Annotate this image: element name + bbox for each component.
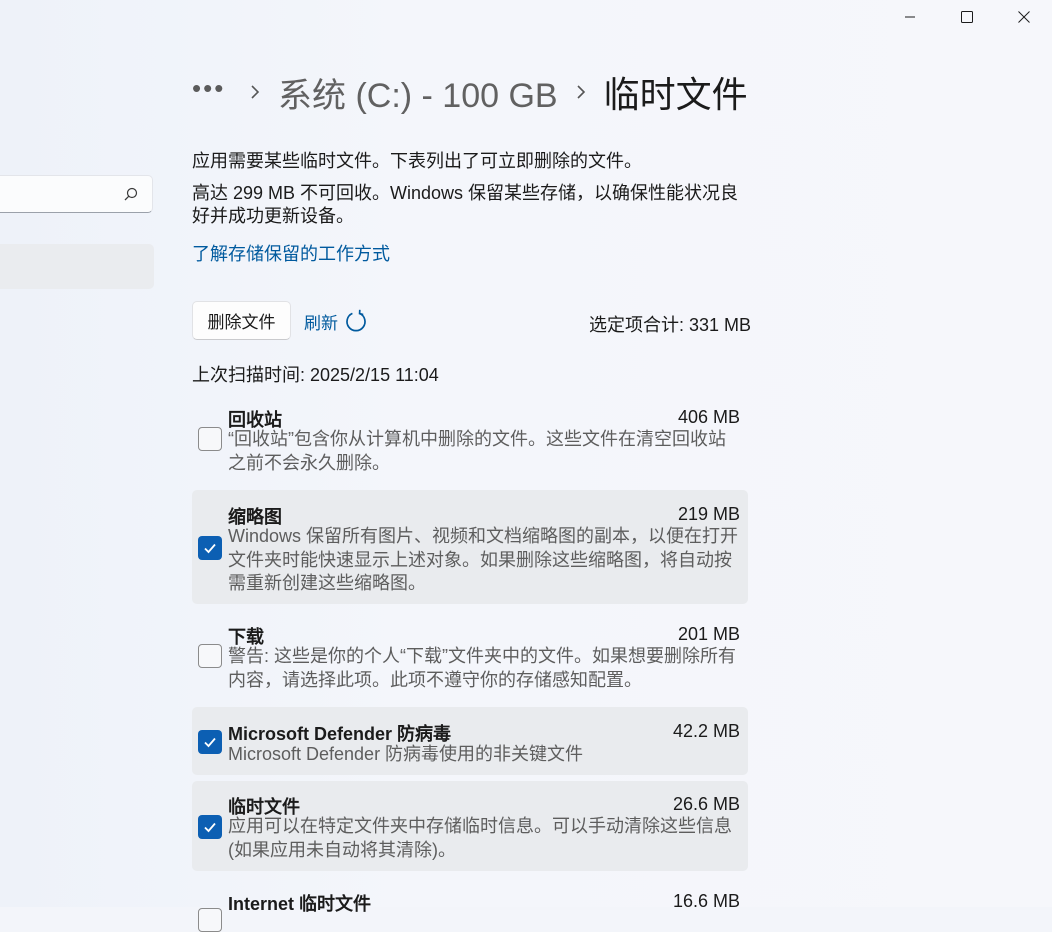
checkbox[interactable] [198,536,222,560]
list-item[interactable]: 临时文件 26.6 MB 应用可以在特定文件夹中存储临时信息。可以手动清除这些信… [192,781,748,871]
last-scan-time: 上次扫描时间: 2025/2/15 11:04 [192,365,439,385]
refresh-icon [346,309,366,332]
list-item[interactable]: 回收站 406 MB “回收站”包含你从计算机中删除的文件。这些文件在清空回收站… [192,400,748,484]
storage-reserve-text: 高达 299 MB 不可回收。Windows 保留某些存储，以确保性能状况良好并… [192,183,739,226]
item-description: 警告: 这些是你的个人“下载”文件夹中的文件。如果想要删除所有内容，请选择此项。… [228,646,736,690]
settings-search-input[interactable] [0,175,153,213]
item-size: 201 MB [677,624,740,644]
minimize-icon [904,16,915,18]
list-item[interactable]: 下载 201 MB 警告: 这些是你的个人“下载”文件夹中的文件。如果想要删除所… [192,610,748,700]
checkbox[interactable] [198,730,222,754]
item-size: 26.6 MB [672,794,740,814]
item-description: 应用可以在特定文件夹中存储临时信息。可以手动清除这些信息(如果应用未自动将其清除… [228,816,732,860]
checkbox[interactable] [198,427,222,451]
sidebar-item-selected[interactable] [0,244,154,289]
refresh-button[interactable]: 刷新 [304,307,368,335]
chevron-right-icon [576,84,586,100]
refresh-label: 刷新 [304,313,338,333]
checkmark-icon [204,737,216,748]
breadcrumb: ••• 系统 (C:) - 100 GB 临时文件 [192,66,748,118]
list-item[interactable]: Internet 临时文件 16.6 MB [192,878,748,932]
item-size: 42.2 MB [672,721,740,741]
checkmark-icon [204,543,216,554]
checkmark-icon [204,822,216,833]
breadcrumb-overflow-button[interactable]: ••• [192,73,232,104]
item-size: 406 MB [677,407,740,427]
item-description: Microsoft Defender 防病毒使用的非关键文件 [228,744,584,764]
close-icon [1017,11,1030,23]
maximize-button[interactable] [938,0,995,34]
list-item[interactable]: 缩略图 219 MB Windows 保留所有图片、视频和文档缩略图的副本，以便… [192,490,748,604]
storage-reserve-link[interactable]: 了解存储保留的工作方式 [192,240,390,266]
chevron-right-icon [250,84,260,100]
breadcrumb-parent-link[interactable]: 系统 (C:) - 100 GB [278,68,558,117]
minimize-button[interactable] [881,0,938,34]
window-controls [881,0,1052,34]
list-item[interactable]: Microsoft Defender 防病毒 42.2 MB Microsoft… [192,707,748,775]
description-text: 应用需要某些临时文件。下表列出了可立即删除的文件。 [192,151,642,171]
item-size: 219 MB [677,504,740,524]
maximize-icon [960,11,973,23]
item-description: Windows 保留所有图片、视频和文档缩略图的副本，以便在打开文件夹时能快速显… [228,526,739,593]
checkbox[interactable] [198,815,222,839]
page-title: 临时文件 [603,74,748,115]
item-title: Internet 临时文件 [228,894,372,914]
delete-files-button[interactable]: 删除文件 [192,301,291,340]
item-description: “回收站”包含你从计算机中删除的文件。这些文件在清空回收站之前不会永久删除。 [228,429,726,473]
selected-total: 选定项合计: 331 MB [588,315,751,335]
search-icon [124,187,138,201]
checkbox[interactable] [198,644,222,668]
item-size: 16.6 MB [672,891,740,911]
checkbox[interactable] [198,908,222,932]
close-button[interactable] [995,0,1052,34]
